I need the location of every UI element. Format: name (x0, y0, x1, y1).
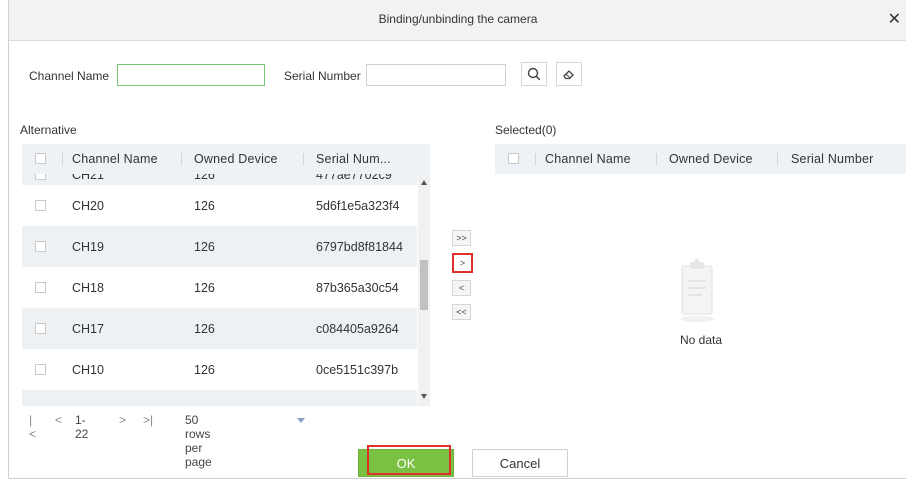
table-row[interactable]: CH19 126 6797bd8f81844 (22, 226, 417, 267)
cell-serial-number: 6797bd8f81844 (316, 240, 403, 254)
alternative-label: Alternative (20, 123, 77, 137)
column-separator (656, 153, 657, 165)
scroll-up-icon[interactable] (421, 180, 427, 185)
rows-per-page-select[interactable]: 50 rows per page (185, 413, 212, 469)
move-all-right-button[interactable]: >> (452, 230, 471, 246)
cell-serial-number: c084405a9264 (316, 322, 399, 336)
cell-channel-name: CH10 (72, 363, 104, 377)
clipboard-icon (680, 258, 714, 322)
cell-serial-number: 0ce5151c397b (316, 363, 399, 377)
last-page-button[interactable]: >| (143, 413, 153, 427)
row-checkbox[interactable] (35, 282, 46, 293)
cell-channel-name: CH17 (72, 322, 104, 336)
column-channel-name[interactable]: Channel Name (72, 152, 158, 166)
move-left-button[interactable]: < (452, 280, 471, 296)
column-serial-number[interactable]: Serial Number (791, 152, 874, 166)
table-row-partial[interactable]: CH21 126 477ae7702c9 (22, 174, 417, 185)
cell-owned-device: 126 (194, 363, 215, 377)
cell-channel-name: CH18 (72, 281, 104, 295)
alternative-table: Channel Name Owned Device Serial Num... … (22, 144, 430, 406)
row-checkbox[interactable] (35, 364, 46, 375)
cancel-button[interactable]: Cancel (472, 449, 568, 477)
move-all-left-button[interactable]: << (452, 304, 471, 320)
selected-table-header: Channel Name Owned Device Serial Number (495, 144, 906, 174)
scrollbar-thumb[interactable] (420, 260, 428, 310)
scroll-down-icon[interactable] (421, 394, 427, 399)
dialog-title: Binding/unbinding the camera (378, 12, 538, 26)
cell-owned-device: 126 (194, 199, 215, 213)
table-row[interactable]: CH17 126 c084405a9264 (22, 308, 417, 349)
column-separator (62, 153, 63, 165)
selected-table: Channel Name Owned Device Serial Number (495, 144, 906, 174)
serial-number-input[interactable] (366, 64, 506, 86)
clear-button[interactable] (556, 62, 582, 86)
cell-owned-device: 126 (194, 322, 215, 336)
column-owned-device[interactable]: Owned Device (669, 152, 753, 166)
cell-channel-name: CH19 (72, 240, 104, 254)
close-icon[interactable]: ✕ (888, 9, 901, 29)
cell-channel-name: CH21 (72, 174, 104, 182)
column-owned-device[interactable]: Owned Device (194, 152, 278, 166)
dialog-titlebar: Binding/unbinding the camera ✕ (9, 0, 906, 41)
column-separator (535, 153, 536, 165)
cell-serial-number: 5d6f1e5a323f4 (316, 199, 400, 213)
cell-owned-device: 126 (194, 240, 215, 254)
prev-page-button[interactable]: < (55, 413, 62, 427)
column-separator (181, 153, 182, 165)
first-page-button[interactable]: |< (29, 413, 36, 441)
cell-owned-device: 126 (194, 281, 215, 295)
next-page-button[interactable]: > (119, 413, 126, 427)
table-row[interactable]: CH10 126 0ce5151c397b (22, 349, 417, 390)
select-all-checkbox[interactable] (508, 153, 519, 164)
ok-button[interactable]: OK (358, 449, 454, 477)
row-checkbox[interactable] (35, 323, 46, 334)
table-row[interactable]: CH18 126 87b365a30c54 (22, 267, 417, 308)
column-serial-number[interactable]: Serial Num... (316, 152, 391, 166)
cell-serial-number: 87b365a30c54 (316, 281, 399, 295)
eraser-icon (563, 70, 574, 80)
column-channel-name[interactable]: Channel Name (545, 152, 631, 166)
chevron-down-icon[interactable] (297, 418, 305, 423)
cell-owned-device: 126 (194, 174, 215, 182)
table-row-partial (22, 390, 417, 406)
search-button[interactable] (521, 62, 547, 86)
column-separator (303, 153, 304, 165)
search-icon (527, 67, 541, 81)
move-right-button[interactable]: > (452, 253, 473, 273)
bind-camera-dialog: Binding/unbinding the camera ✕ Channel N… (8, 0, 906, 479)
no-data-text: No data (680, 333, 723, 347)
channel-name-input[interactable] (117, 64, 265, 86)
serial-number-label: Serial Number (284, 69, 361, 83)
alternative-table-header: Channel Name Owned Device Serial Num... (22, 144, 430, 174)
cell-channel-name: CH20 (72, 199, 104, 213)
row-checkbox[interactable] (35, 200, 46, 211)
row-checkbox[interactable] (35, 241, 46, 252)
page-range: 1-22 (75, 413, 89, 441)
vertical-scrollbar[interactable] (418, 174, 430, 406)
select-all-checkbox[interactable] (35, 153, 46, 164)
column-separator (777, 153, 778, 165)
row-checkbox[interactable] (35, 174, 46, 180)
selected-label: Selected(0) (495, 123, 557, 137)
cell-serial-number: 477ae7702c9 (316, 174, 392, 182)
table-row[interactable]: CH20 126 5d6f1e5a323f4 (22, 185, 417, 226)
channel-name-label: Channel Name (29, 69, 110, 83)
